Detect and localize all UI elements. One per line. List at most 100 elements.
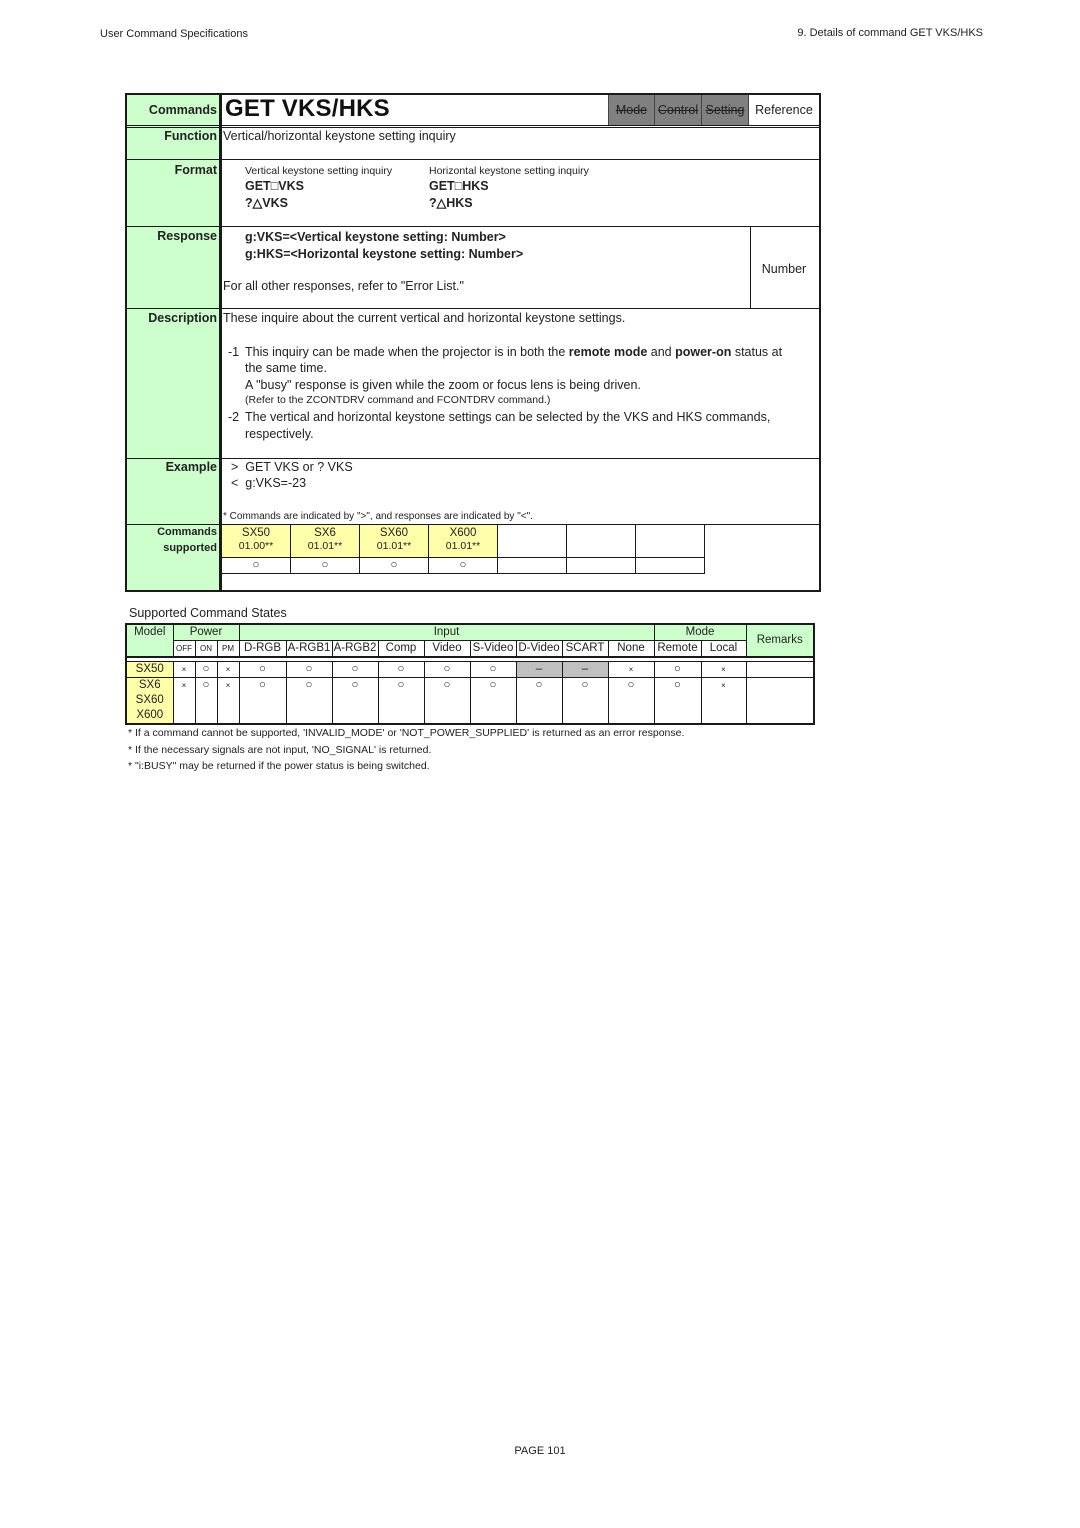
- supported-model-cell: SX6 01.01**: [291, 525, 359, 557]
- grid-line: [290, 525, 291, 573]
- example-note: * Commands are indicated by ">", and res…: [223, 511, 533, 522]
- state-cell: ○: [423, 661, 471, 678]
- command-type-tabs: Mode Control Setting Reference: [608, 95, 819, 125]
- tab-mode: Mode: [608, 95, 654, 125]
- supported-label-2: supported: [163, 542, 217, 554]
- commands-label: Commands: [148, 103, 217, 117]
- desc-text: This inquiry can be made when the projec…: [245, 345, 569, 359]
- tab-setting: Setting: [701, 95, 748, 125]
- grid-line: [566, 525, 567, 573]
- header-power-on: ON: [194, 640, 218, 658]
- tab-control: Control: [654, 95, 701, 125]
- page-header-right: 9. Details of command GET VKS/HKS: [797, 27, 983, 39]
- remarks-cell: [745, 677, 815, 693]
- example-label: Example: [165, 460, 217, 474]
- state-cell: ×: [172, 661, 196, 678]
- header-model: Model: [125, 623, 174, 658]
- state-cell: ○: [331, 661, 379, 678]
- state-cell: ○: [377, 661, 425, 678]
- header-power: Power: [172, 623, 240, 641]
- description-item1-line4: (Refer to the ZCONTDRV command and FCONT…: [245, 394, 551, 406]
- state-cell: ○: [194, 677, 218, 693]
- subheader-row: OFF ON PM D-RGB A-RGB1 A-RGB2 Comp Video…: [126, 640, 814, 658]
- remarks-cell: [745, 661, 815, 678]
- header-input-scart: SCART: [561, 640, 609, 658]
- header-row: Model Power Input Mode Remarks: [125, 623, 815, 658]
- row-model: SX60: [125, 693, 174, 708]
- command-spec-box: Commands GET VKS/HKS Mode Control Settin…: [125, 93, 821, 592]
- format-label: Format: [174, 163, 217, 177]
- header-input-comp: Comp: [377, 640, 425, 658]
- table-row-continued: X600: [125, 708, 815, 725]
- supported-states-table: Model Power Input Mode Remarks OFF ON PM…: [125, 623, 815, 725]
- desc-emphasis-power-on: power-on: [675, 345, 732, 359]
- format-vertical-caption: Vertical keystone setting inquiry: [245, 165, 393, 177]
- row-model: SX6: [125, 677, 174, 693]
- format-horizontal-cmd1: GET□HKS: [429, 179, 489, 193]
- grid-line: [704, 525, 705, 573]
- supported-mark: ○: [459, 559, 467, 571]
- state-cell: ○: [653, 677, 702, 693]
- state-cell: ○: [423, 677, 471, 693]
- state-cell: ○: [515, 677, 563, 693]
- header-input-drgb: D-RGB: [238, 640, 287, 658]
- supported-mark: ○: [321, 559, 329, 571]
- state-cell: ○: [331, 677, 379, 693]
- description-item1-line2: the same time.: [245, 361, 327, 375]
- note-busy: * "i:BUSY" may be returned if the power …: [128, 760, 430, 772]
- state-cell: ×: [172, 677, 196, 693]
- divider: [127, 308, 819, 309]
- divider: [127, 159, 819, 160]
- header-input-argb2: A-RGB2: [331, 640, 379, 658]
- header-input-dvideo: D-Video: [515, 640, 563, 658]
- header-input-svideo: S-Video: [469, 640, 517, 658]
- model-version: 01.01**: [445, 540, 481, 552]
- function-label: Function: [164, 129, 217, 143]
- description-intro: These inquire about the current vertical…: [223, 311, 626, 325]
- table-row: SX50 × ○ × ○ ○ ○ ○ ○ ○ – – × ○ ×: [125, 661, 815, 678]
- description-item1-line1: This inquiry can be made when the projec…: [245, 345, 782, 359]
- state-cell: ○: [194, 661, 218, 678]
- header-mode-remote: Remote: [653, 640, 702, 658]
- supported-mark: ○: [390, 559, 398, 571]
- header-mode: Mode: [653, 623, 747, 641]
- state-cell: ○: [377, 677, 425, 693]
- model-version: 01.00**: [238, 540, 274, 552]
- state-cell: ○: [607, 677, 655, 693]
- description-item1-line3: A "busy" response is given while the zoo…: [245, 378, 641, 392]
- state-cell: ○: [238, 677, 287, 693]
- row-model: SX50: [125, 661, 174, 678]
- table-row-continued: SX60: [125, 693, 815, 708]
- supported-label-1: Commands: [157, 526, 217, 538]
- grid-line: [222, 573, 705, 574]
- grid-line: [359, 525, 360, 573]
- response-line-vks: g:VKS=<Vertical keystone setting: Number…: [245, 230, 506, 244]
- grid-line: [497, 525, 498, 573]
- model-version: 01.01**: [307, 540, 343, 552]
- description-item2-line2: respectively.: [245, 427, 314, 441]
- header-power-off: OFF: [172, 640, 196, 658]
- states-title: Supported Command States: [129, 606, 287, 620]
- format-vertical-cmd1: GET□VKS: [245, 179, 304, 193]
- state-cell: ○: [469, 661, 517, 678]
- format-horizontal-caption: Horizontal keystone setting inquiry: [429, 165, 589, 177]
- state-cell: ×: [216, 661, 240, 678]
- function-text: Vertical/horizontal keystone setting inq…: [223, 129, 456, 143]
- page-number: PAGE 101: [514, 1445, 566, 1457]
- grid-line: [222, 557, 705, 558]
- desc-text: and: [647, 345, 676, 359]
- example-command: > GET VKS or ? VKS: [231, 460, 353, 474]
- state-cell: –: [515, 661, 563, 678]
- response-line-hks: g:HKS=<Horizontal keystone setting: Numb…: [245, 247, 524, 261]
- page-header-left: User Command Specifications: [100, 28, 248, 40]
- command-title: GET VKS/HKS: [225, 95, 390, 122]
- note-invalid-mode: * If a command cannot be supported, 'INV…: [128, 727, 685, 739]
- states-notes: * If a command cannot be supported, 'INV…: [128, 725, 684, 775]
- model-name: SX6: [314, 527, 336, 539]
- example-response: < g:VKS=-23: [231, 476, 307, 490]
- note-no-signal: * If the necessary signals are not input…: [128, 743, 432, 756]
- state-cell: ○: [561, 677, 609, 693]
- model-name: SX60: [379, 527, 409, 539]
- header-remarks: Remarks: [745, 623, 815, 658]
- state-cell: ○: [469, 677, 517, 693]
